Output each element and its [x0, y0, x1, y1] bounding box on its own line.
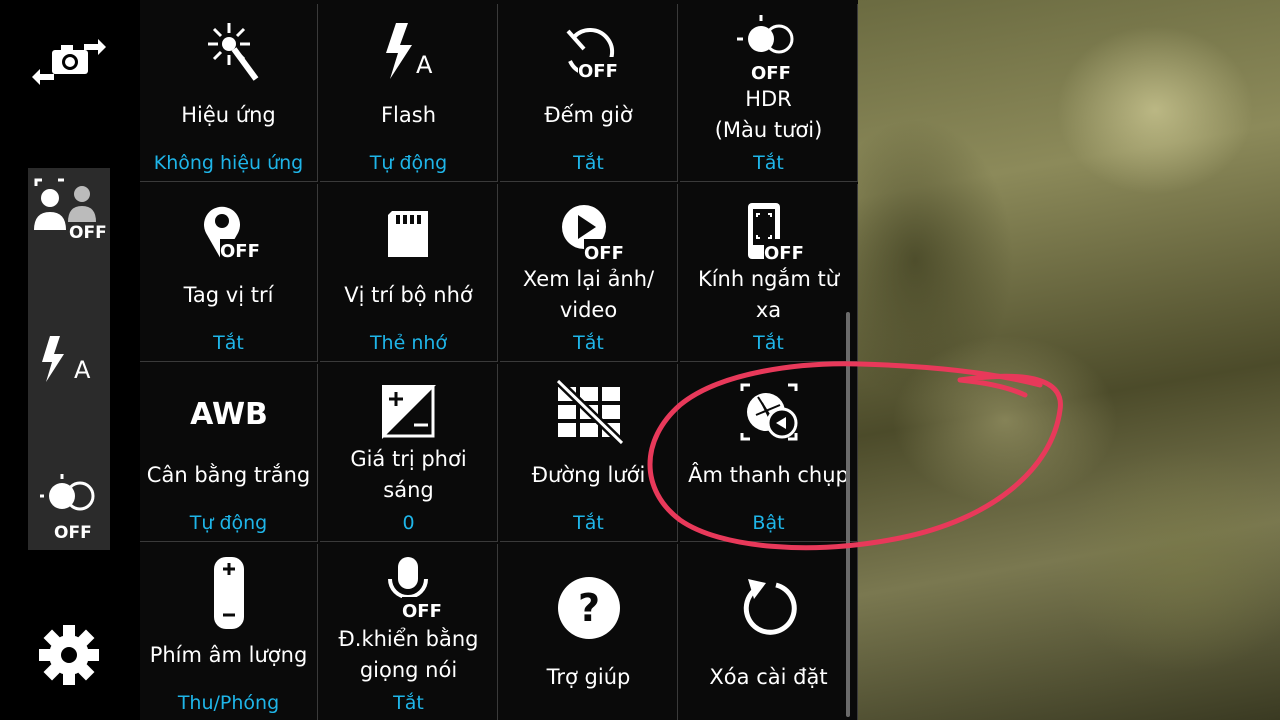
shutter-sound-icon — [680, 376, 857, 448]
hdr-off-icon: OFF — [40, 474, 95, 543]
grid-lines-off-icon — [500, 376, 677, 448]
settings-scrollbar[interactable] — [846, 312, 850, 717]
setting-shutter-sound[interactable]: Âm thanh chụp Bật — [680, 364, 858, 542]
label-line-2: sáng — [383, 478, 434, 502]
hdr-shortcut[interactable]: OFF — [28, 462, 110, 544]
setting-label: Tag vị trí — [183, 283, 274, 307]
setting-label: Đếm giờ — [544, 103, 633, 127]
setting-label: Giá trị phơi sáng — [324, 444, 493, 506]
setting-reset[interactable]: Xóa cài đặt — [680, 544, 858, 720]
setting-value: Tự động — [369, 152, 448, 174]
setting-help[interactable]: ? Trợ giúp — [500, 544, 678, 720]
shortcut-bar: OFF A OFF — [0, 0, 140, 720]
timer-off-icon: OFF — [500, 16, 677, 88]
setting-flash[interactable]: A Flash Tự động — [320, 4, 498, 182]
face-detection-shortcut[interactable]: OFF — [28, 172, 110, 254]
setting-white-balance[interactable]: AWB Cân bằng trắng Tự động — [140, 364, 318, 542]
setting-value: Tắt — [213, 332, 244, 354]
camera-switch-icon — [32, 39, 106, 85]
svg-text:A: A — [416, 51, 433, 79]
setting-label: Phím âm lượng — [149, 643, 308, 667]
setting-timer[interactable]: OFF Đếm giờ Tắt — [500, 4, 678, 182]
setting-grid-lines[interactable]: Đường lưới Tắt — [500, 364, 678, 542]
setting-label: Đ.khiển bằng giọng nói — [324, 624, 493, 686]
setting-value: Bật — [752, 512, 785, 534]
setting-location-tag[interactable]: OFF Tag vị trí Tắt — [140, 184, 318, 362]
svg-text:OFF: OFF — [54, 523, 92, 543]
setting-value: Thẻ nhớ — [369, 332, 448, 354]
setting-exposure[interactable]: Giá trị phơi sáng 0 — [320, 364, 498, 542]
setting-volume-key[interactable]: Phím âm lượng Thu/Phóng — [140, 544, 318, 720]
svg-text:AWB: AWB — [190, 397, 268, 432]
hdr-off-icon: OFF — [680, 8, 857, 81]
svg-text:A: A — [74, 356, 91, 384]
setting-label: Hiệu ứng — [181, 103, 276, 127]
label-line-2: video — [559, 298, 618, 322]
camera-screen: OFF A OFF Hiệu ứng Không hiệu ứng A Flas… — [0, 0, 1280, 720]
switch-camera-button[interactable] — [28, 20, 110, 102]
setting-value: Tắt — [753, 332, 784, 354]
setting-effects[interactable]: Hiệu ứng Không hiệu ứng — [140, 4, 318, 182]
awb-icon: AWB — [140, 376, 317, 448]
face-detection-off-icon: OFF — [34, 178, 107, 243]
label-line-2: (Màu tươi) — [714, 118, 823, 142]
svg-text:OFF: OFF — [584, 243, 624, 264]
help-icon: ? — [500, 572, 677, 644]
setting-value: Thu/Phóng — [177, 692, 280, 714]
effects-icon — [140, 16, 317, 88]
svg-text:OFF: OFF — [402, 601, 442, 622]
setting-value: Tắt — [573, 152, 604, 174]
setting-remote-viewfinder[interactable]: OFF Kính ngắm từ xa Tắt — [680, 184, 858, 362]
setting-label: Kính ngắm từ xa — [684, 264, 853, 326]
label-line-1: Xem lại ảnh/ — [522, 267, 655, 291]
label-line-2: giọng nói — [359, 658, 458, 682]
setting-value: 0 — [402, 512, 415, 534]
setting-review[interactable]: OFF Xem lại ảnh/ video Tắt — [500, 184, 678, 362]
setting-label: Xóa cài đặt — [709, 665, 828, 689]
svg-text:OFF: OFF — [578, 61, 618, 82]
gear-icon — [39, 625, 99, 685]
label-line-1: Kính ngắm từ — [697, 267, 840, 291]
svg-text:OFF: OFF — [764, 243, 804, 264]
remote-viewfinder-off-icon: OFF — [680, 196, 857, 268]
setting-label: Xem lại ảnh/ video — [504, 264, 673, 326]
setting-label: Flash — [380, 103, 437, 127]
setting-value: Không hiệu ứng — [153, 152, 304, 174]
svg-text:OFF: OFF — [220, 241, 260, 262]
review-off-icon: OFF — [500, 196, 677, 268]
flash-shortcut[interactable]: A — [28, 318, 110, 400]
svg-text:OFF: OFF — [751, 63, 791, 81]
label-line-1: HDR — [745, 87, 792, 111]
setting-voice-control[interactable]: OFF Đ.khiển bằng giọng nói Tắt — [320, 544, 498, 720]
setting-label: Đường lưới — [531, 463, 646, 487]
label-line-1: Đ.khiển bằng — [338, 627, 479, 651]
svg-text:?: ? — [577, 586, 599, 630]
svg-text:OFF: OFF — [69, 223, 107, 243]
sd-card-icon — [320, 196, 497, 268]
location-tag-off-icon: OFF — [140, 196, 317, 268]
voice-control-off-icon: OFF — [320, 552, 497, 624]
exposure-icon — [320, 376, 497, 448]
volume-key-icon — [140, 556, 317, 629]
reset-icon — [680, 572, 857, 644]
setting-value: Tắt — [573, 332, 604, 354]
setting-label: HDR (Màu tươi) — [684, 84, 853, 146]
setting-value: Tắt — [573, 512, 604, 534]
setting-label: Vị trí bộ nhớ — [344, 283, 473, 307]
label-line-1: Giá trị phơi — [350, 447, 467, 471]
setting-value: Tự động — [189, 512, 268, 534]
flash-auto-icon: A — [42, 336, 91, 384]
setting-value: Tắt — [753, 152, 784, 174]
setting-label: Âm thanh chụp — [688, 463, 849, 487]
setting-label: Cân bằng trắng — [146, 463, 311, 487]
camera-settings-panel: Hiệu ứng Không hiệu ứng A Flash Tự động … — [140, 0, 858, 720]
label-line-2: xa — [755, 298, 782, 322]
setting-storage[interactable]: Vị trí bộ nhớ Thẻ nhớ — [320, 184, 498, 362]
setting-label: Trợ giúp — [546, 665, 631, 689]
camera-viewfinder[interactable] — [855, 0, 1280, 720]
settings-button[interactable] — [28, 614, 110, 696]
setting-value: Tắt — [393, 692, 424, 714]
flash-auto-icon: A — [320, 16, 497, 88]
setting-hdr[interactable]: OFF HDR (Màu tươi) Tắt — [680, 4, 858, 182]
